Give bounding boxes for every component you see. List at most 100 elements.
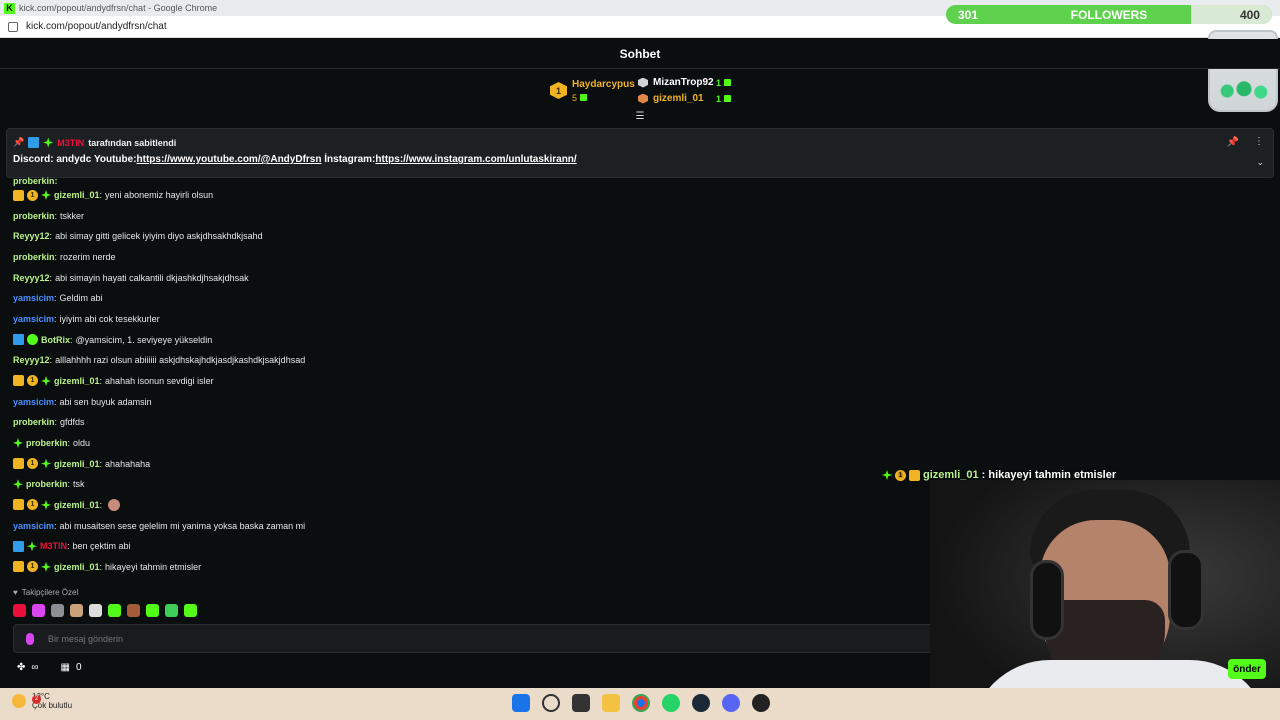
- message-username[interactable]: yamsicim: [13, 521, 54, 531]
- message-text: abi sen buyuk adamsin: [59, 396, 152, 407]
- message-username[interactable]: proberkin: [26, 438, 68, 448]
- cutoff-message: proberkin:: [13, 176, 58, 186]
- message-text: yeni abonemiz hayirli olsun: [105, 190, 214, 200]
- message-colon: :: [54, 313, 57, 324]
- chat-message: proberkin: tskker: [13, 209, 84, 223]
- emote-icon[interactable]: [127, 604, 140, 617]
- vip-badge-icon: [882, 470, 892, 480]
- message-username[interactable]: proberkin: [13, 417, 55, 427]
- send-button[interactable]: önder: [1228, 659, 1266, 679]
- gem-icon: [580, 94, 588, 101]
- emote-icon[interactable]: [51, 604, 64, 617]
- emote-icon[interactable]: [146, 604, 159, 617]
- headphone-icon: [1030, 560, 1064, 640]
- followers-goal-bar: 301 FOLLOWERS 400: [946, 5, 1272, 24]
- emote-icon[interactable]: [32, 604, 45, 617]
- emote-quick-row: [13, 604, 197, 617]
- store-icon[interactable]: ▦: [61, 662, 70, 673]
- chat-message: 1 gizemli_01: hikayeyi tahmin etmisler: [13, 560, 201, 574]
- pinned-by-line: 📌 M3TIN tarafından sabitlendi: [13, 137, 176, 148]
- chat-message: yamsicim: iyiyim abi cok tesekkurler: [13, 312, 160, 326]
- message-text: oldu: [73, 437, 91, 448]
- sub-badge-icon: 1: [27, 375, 38, 387]
- message-username[interactable]: proberkin: [13, 211, 55, 221]
- message-text: gfdfds: [60, 417, 85, 428]
- emote-ic-icon[interactable]: [13, 604, 26, 617]
- whatsapp-icon[interactable]: [662, 694, 680, 712]
- message-username[interactable]: Reyyy12: [13, 273, 50, 283]
- message-username[interactable]: gizemli_01: [54, 459, 100, 469]
- vip-badge-icon: [13, 437, 23, 448]
- overlay-text: : hikayeyi tahmin etmisler: [981, 469, 1117, 481]
- message-username[interactable]: Reyyy12: [13, 231, 50, 241]
- leaderboard-first-name[interactable]: Haydarcypus: [572, 79, 635, 90]
- app-icon[interactable]: [752, 694, 770, 712]
- message-username[interactable]: proberkin: [26, 479, 68, 489]
- gift-leaderboard: 1 Haydarcypus 5 MizanTrop92 1 gizemli_01…: [546, 74, 746, 110]
- file-explorer-icon[interactable]: [602, 694, 620, 712]
- url-text[interactable]: kick.com/popout/andydfrsn/chat: [26, 21, 167, 32]
- message-colon: :: [99, 190, 103, 200]
- windows-start-icon[interactable]: [512, 694, 530, 712]
- gems-icon: [1216, 80, 1272, 102]
- emote-icon[interactable]: [184, 604, 197, 617]
- chat-message: Reyyy12: abi simayin hayati calkantili dk…: [13, 271, 249, 285]
- moderator-badge-icon: [13, 540, 24, 552]
- message-username[interactable]: gizemli_01: [54, 562, 100, 572]
- leaderboard-third[interactable]: gizemli_01 1: [638, 93, 732, 104]
- message-username[interactable]: gizemli_01: [54, 190, 100, 200]
- message-username[interactable]: yamsicim: [13, 314, 54, 324]
- chevron-down-icon[interactable]: ⌄: [1256, 157, 1264, 168]
- discord-icon[interactable]: [722, 694, 740, 712]
- pin-small-icon: 📌: [13, 137, 25, 147]
- pin-icon[interactable]: 📌: [1227, 137, 1239, 148]
- chat-message: 1 gizemli_01: ahahah isonun sevdigi isler: [13, 374, 214, 388]
- sub-badge-icon: 1: [27, 561, 38, 573]
- more-options-icon[interactable]: ⋮: [1254, 136, 1264, 147]
- instagram-link[interactable]: https://www.instagram.com/unlutaskirann/: [375, 154, 576, 165]
- message-username[interactable]: M3TIN: [40, 541, 67, 551]
- message-username[interactable]: yamsicim: [13, 397, 54, 407]
- message-username[interactable]: yamsicim: [13, 293, 54, 303]
- emote-icon[interactable]: [89, 604, 102, 617]
- message-username[interactable]: Reyyy12: [13, 355, 50, 365]
- gem-icon: [724, 78, 732, 86]
- pinned-by-user[interactable]: M3TIN: [57, 138, 84, 148]
- heart-icon: ♥: [13, 588, 18, 597]
- leaderboard-first-count: 5: [572, 93, 588, 103]
- message-colon: :: [67, 541, 70, 552]
- youtube-link[interactable]: https://www.youtube.com/@AndyDfrsn: [137, 154, 322, 165]
- alert-badge: 2: [32, 695, 41, 704]
- emote-icon[interactable]: [108, 604, 121, 617]
- gift-icon[interactable]: ✤: [17, 662, 25, 673]
- search-icon[interactable]: [542, 694, 560, 712]
- emote-icon[interactable]: [165, 604, 178, 617]
- message-username[interactable]: gizemli_01: [54, 500, 100, 510]
- message-username[interactable]: BotRix: [41, 335, 70, 345]
- steam-icon[interactable]: [692, 694, 710, 712]
- chat-message: yamsicim: Geldim abi: [13, 291, 103, 305]
- overlay-user: gizemli_01: [923, 469, 979, 481]
- message-colon: :: [67, 437, 71, 448]
- crown-badge-icon: [13, 499, 24, 511]
- chat-message: 1 gizemli_01:: [13, 498, 121, 512]
- task-view-icon[interactable]: [572, 694, 590, 712]
- message-colon: :: [54, 210, 58, 221]
- crown-badge-icon: [13, 561, 24, 573]
- message-colon: :: [49, 355, 53, 366]
- weather-widget[interactable]: 2 13°C Çok bulutlu: [12, 692, 72, 710]
- emote-icon[interactable]: [70, 604, 83, 617]
- site-info-icon[interactable]: [8, 21, 18, 32]
- chrome-icon[interactable]: [632, 694, 650, 712]
- collapse-leaderboard-icon[interactable]: ☰: [633, 112, 647, 122]
- leaderboard-second[interactable]: MizanTrop92 1: [638, 77, 732, 88]
- message-text: hikayeyi tahmin etmisler: [105, 561, 202, 572]
- pinned-content: Discord: andydc Youtube:https://www.yout…: [13, 154, 577, 165]
- microphone-icon[interactable]: [26, 633, 34, 645]
- crown-badge-icon: [13, 458, 24, 470]
- chat-message: 1 gizemli_01: ahahahaha: [13, 457, 150, 471]
- message-colon: :: [54, 293, 57, 304]
- message-username[interactable]: gizemli_01: [54, 376, 100, 386]
- message-colon: :: [67, 479, 71, 490]
- message-username[interactable]: proberkin: [13, 252, 55, 262]
